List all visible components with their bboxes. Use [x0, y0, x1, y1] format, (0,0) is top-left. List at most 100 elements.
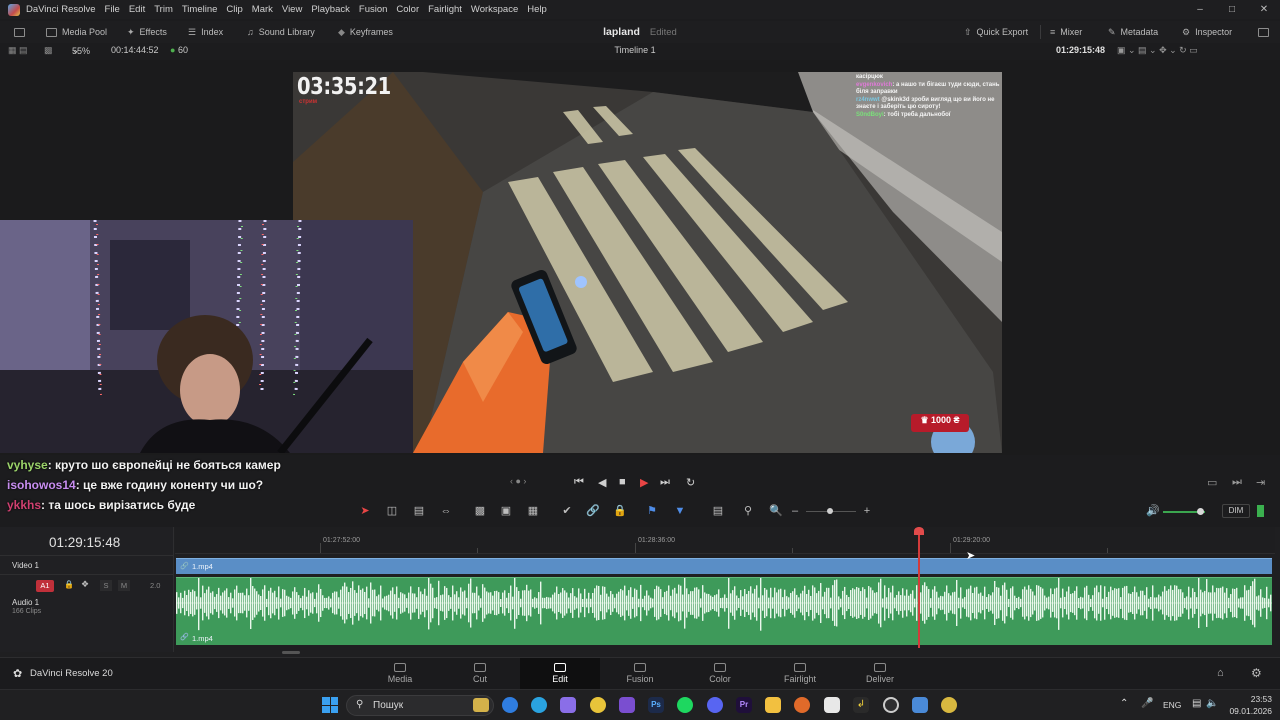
insert-clip-icon[interactable]: ▩ — [473, 505, 487, 517]
blade-tool-icon[interactable]: ⇔ — [439, 505, 453, 517]
page-tab-color[interactable]: Color — [680, 658, 760, 690]
notepad-icon[interactable] — [824, 697, 840, 713]
quick-export-button[interactable]: ⇧ Quick Export — [964, 21, 1028, 43]
page-tab-media[interactable]: Media — [360, 658, 440, 690]
metadata-button[interactable]: ✎ Metadata — [1108, 21, 1158, 43]
linked-selection-icon[interactable]: 🔗 — [586, 505, 600, 517]
audio-clip[interactable]: 🔗 1.mp4 — [176, 577, 1272, 645]
detail-zoom-icon[interactable]: ⚲ — [741, 505, 755, 517]
app-icon[interactable] — [912, 697, 928, 713]
dim-button[interactable]: DIM — [1222, 504, 1250, 518]
page-tab-deliver[interactable]: Deliver — [840, 658, 920, 690]
zoom-in-icon[interactable]: + — [860, 505, 874, 517]
stop-icon[interactable]: ■ — [619, 476, 626, 488]
menu-edit[interactable]: Edit — [129, 4, 145, 15]
timeline-ruler[interactable]: 01:27:52:00 01:28:36:00 01:29:20:00 — [175, 527, 1275, 554]
volume-icon[interactable]: 🔊 — [1146, 505, 1160, 517]
spotify-icon[interactable] — [677, 697, 693, 713]
menu-clip[interactable]: Clip — [226, 4, 242, 15]
position-lock-icon[interactable]: 🔒 — [613, 505, 627, 517]
clock-date[interactable]: 09.01.2026 — [1228, 706, 1272, 716]
menu-fusion[interactable]: Fusion — [359, 4, 388, 15]
next-edit-icon[interactable]: ⏭ — [1232, 476, 1242, 489]
zoom-out-icon[interactable]: – — [788, 505, 802, 517]
maximize-icon[interactable]: □ — [1216, 0, 1248, 19]
auto-select-icon[interactable]: ❖ — [81, 579, 89, 590]
go-to-start-icon[interactable]: ⏮ — [574, 476, 584, 489]
timeline-panel[interactable]: 01:29:15:48 Video 1 A1 🔒 ❖ S M 2.0 Audio… — [0, 527, 1280, 657]
microphone-icon[interactable]: 🎤 — [1141, 698, 1153, 709]
track-lock-icon[interactable]: 🔒 — [64, 580, 74, 589]
menu-file[interactable]: File — [105, 4, 120, 15]
last-frame-icon[interactable]: ⇥ — [1256, 476, 1265, 489]
menu-workspace[interactable]: Workspace — [471, 4, 518, 15]
menu-trim[interactable]: Trim — [154, 4, 173, 15]
menu-fairlight[interactable]: Fairlight — [428, 4, 462, 15]
custom-zoom-icon[interactable]: 🔍 — [769, 505, 783, 517]
page-tab-cut[interactable]: Cut — [440, 658, 520, 690]
app-icon[interactable]: ↲ — [853, 697, 869, 713]
full-extent-zoom-icon[interactable]: ▤ — [711, 505, 725, 517]
firefox-icon[interactable] — [794, 697, 810, 713]
inspector-button[interactable]: ⚙ Inspector — [1182, 21, 1232, 43]
network-icon[interactable]: ▤ — [1192, 698, 1201, 709]
selection-tool-icon[interactable]: ➤ — [358, 505, 372, 517]
video-track-header[interactable]: Video 1 — [0, 555, 174, 575]
twitch-icon[interactable] — [619, 697, 635, 713]
windows-start-icon[interactable] — [322, 697, 338, 713]
settings-gear-icon[interactable]: ⚙ — [1251, 666, 1262, 680]
fullscreen-toggle-icon[interactable] — [1258, 21, 1269, 43]
zoom-slider-handle[interactable] — [827, 508, 833, 514]
go-to-end-icon[interactable]: ⏭ — [660, 476, 670, 489]
taskbar-search[interactable]: ⚲ Пошук — [346, 695, 494, 716]
file-explorer-icon[interactable] — [765, 697, 781, 713]
telegram-icon[interactable] — [531, 697, 547, 713]
flag-icon[interactable]: ⚑ — [645, 505, 659, 517]
menu-view[interactable]: View — [282, 4, 302, 15]
copilot-icon[interactable] — [560, 697, 576, 713]
menu-mark[interactable]: Mark — [252, 4, 273, 15]
discord-icon[interactable] — [707, 697, 723, 713]
page-tab-edit[interactable]: Edit — [520, 658, 600, 690]
timeline-scrollbar[interactable] — [282, 651, 300, 654]
page-tab-fairlight[interactable]: Fairlight — [760, 658, 840, 690]
dynamic-trim-icon[interactable]: ▤ — [412, 505, 426, 517]
video-clip[interactable]: 🔗 1.mp4 — [176, 558, 1272, 574]
language-indicator[interactable]: ENG — [1163, 700, 1181, 710]
home-icon[interactable]: ⌂ — [1217, 667, 1224, 679]
close-icon[interactable]: ✕ — [1248, 0, 1280, 19]
marker-icon[interactable]: ▼ — [673, 505, 687, 517]
loop-icon[interactable]: ↻ — [686, 476, 695, 489]
volume-tray-icon[interactable]: 🔈 — [1206, 698, 1218, 709]
snapping-icon[interactable]: ✔ — [560, 505, 574, 517]
photoshop-icon[interactable]: Ps — [648, 697, 664, 713]
play-reverse-icon[interactable]: ◀ — [598, 476, 606, 489]
chrome-icon[interactable] — [590, 697, 606, 713]
audio-track-id[interactable]: A1 — [36, 580, 54, 592]
menu-help[interactable]: Help — [527, 4, 547, 15]
mute-button[interactable]: M — [118, 580, 130, 591]
premiere-icon[interactable]: Pr — [736, 697, 752, 713]
audio-track-header[interactable]: A1 🔒 ❖ S M 2.0 Audio 1 166 Clips — [0, 576, 174, 646]
play-icon[interactable]: ▶ — [640, 476, 648, 489]
playhead-handle[interactable] — [914, 527, 924, 535]
solo-button[interactable]: S — [100, 580, 112, 591]
playhead[interactable] — [918, 527, 920, 648]
jog-control-icon[interactable]: ‹ ● › — [510, 476, 526, 486]
menu-timeline[interactable]: Timeline — [182, 4, 218, 15]
match-frame-icon[interactable]: ▭ — [1207, 476, 1217, 489]
overwrite-clip-icon[interactable]: ▣ — [499, 505, 513, 517]
volume-slider-handle[interactable] — [1197, 508, 1204, 515]
page-tab-fusion[interactable]: Fusion — [600, 658, 680, 690]
mixer-button[interactable]: ≡ Mixer — [1050, 21, 1082, 43]
minimize-icon[interactable]: – — [1184, 0, 1216, 19]
obs-icon[interactable] — [883, 697, 899, 713]
replace-clip-icon[interactable]: ▦ — [526, 505, 540, 517]
resolve-taskbar-icon[interactable] — [941, 697, 957, 713]
timeline-viewer[interactable]: 03:35:21 стрим касірцюк evgenkovich: а н… — [0, 60, 1280, 455]
edge-icon[interactable] — [502, 697, 518, 713]
clock-time[interactable]: 23:53 — [1230, 694, 1272, 704]
trim-tool-icon[interactable]: ◫ — [385, 505, 399, 517]
menu-playback[interactable]: Playback — [311, 4, 350, 15]
tray-overflow-icon[interactable]: ⌃ — [1120, 698, 1128, 709]
